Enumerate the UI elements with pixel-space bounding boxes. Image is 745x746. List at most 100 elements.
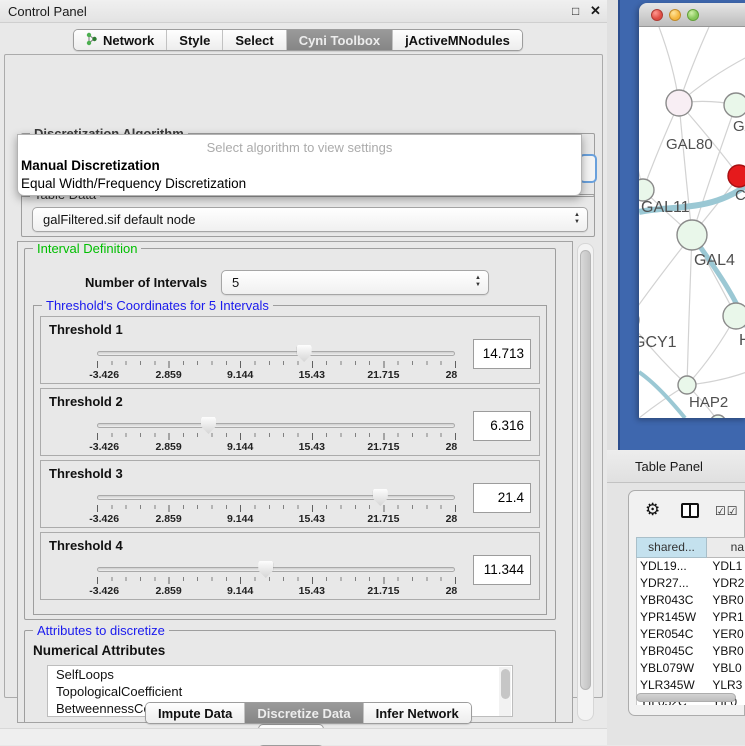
table-data-group: Table Data galFiltered.sif default node … <box>21 194 595 237</box>
popup-option-equal-width[interactable]: Equal Width/Frequency Discretization <box>21 176 246 191</box>
node-partial[interactable] <box>710 415 726 418</box>
float-window-icon[interactable]: □ <box>572 4 579 18</box>
tab-style[interactable]: Style <box>167 30 223 50</box>
table-row[interactable]: YPR145WYPR1 <box>637 609 745 626</box>
table-row[interactable]: YER054CYER0 <box>637 626 745 643</box>
table-header-row: shared... na <box>636 537 745 558</box>
thresholds-group: Threshold's Coordinates for 5 Intervals … <box>33 305 547 615</box>
tab-cyni-toolbox[interactable]: Cyni Toolbox <box>287 30 393 50</box>
node-hap2[interactable] <box>678 376 696 394</box>
table-row[interactable]: YLR345WYLR3 <box>637 677 745 694</box>
table-row[interactable]: YDR27...YDR2 <box>637 575 745 592</box>
table-horizontal-scrollbar[interactable] <box>636 693 740 703</box>
minimize-traffic-light-icon[interactable] <box>669 9 681 21</box>
slider-thumb[interactable] <box>297 345 312 362</box>
node-h[interactable] <box>723 303 745 329</box>
node-table: shared... na YDL19...YDL1 YDR27...YDR2 Y… <box>636 537 745 705</box>
table-panel-region: Table Panel ⚙ ☑☑ shared... na YDL19...YD… <box>607 450 745 745</box>
list-scrollbar[interactable] <box>499 667 511 717</box>
table-row[interactable]: YDL19...YDL1 <box>637 558 745 575</box>
status-strip <box>0 728 607 745</box>
threshold-3-value-field[interactable]: 21.4 <box>473 483 531 513</box>
column-header-shared[interactable]: shared... <box>636 537 707 558</box>
toolbox-tab-bar: Network Style Select Cyni Toolbox jActiv… <box>73 29 523 51</box>
node-label: GAL4 <box>694 252 735 269</box>
slider-thumb[interactable] <box>258 561 273 578</box>
threshold-1-slider[interactable]: -3.4262.8599.14415.4321.71528 <box>97 343 455 383</box>
node-gal11[interactable] <box>639 179 654 201</box>
tab-discretize-data-label: Discretize Data <box>257 706 350 721</box>
node-ga[interactable] <box>724 93 745 117</box>
slider-track[interactable] <box>97 423 455 428</box>
close-traffic-light-icon[interactable] <box>651 9 663 21</box>
slider-track[interactable] <box>97 567 455 572</box>
control-panel: Control Panel □ ✕ Network Style Select C… <box>0 0 607 745</box>
node-gal4[interactable] <box>677 220 707 250</box>
tab-infer-network[interactable]: Infer Network <box>364 703 471 723</box>
interval-definition-title: Interval Definition <box>33 241 141 256</box>
checkbox-filter-icon[interactable]: ☑☑ <box>715 504 739 518</box>
scrollbar-thumb[interactable] <box>636 693 736 702</box>
node-label: GA <box>733 118 745 135</box>
tab-impute-data-label: Impute Data <box>158 706 232 721</box>
slider-thumb[interactable] <box>373 489 388 506</box>
table-panel-titlebar: Table Panel <box>607 450 745 483</box>
threshold-4-panel: Threshold 4 -3.4262.8599.14415.4321.7152… <box>40 532 540 600</box>
slider-major-ticks <box>97 577 456 584</box>
gear-icon[interactable]: ⚙ <box>645 500 660 520</box>
zoom-traffic-light-icon[interactable] <box>687 9 699 21</box>
node-highlighted[interactable] <box>728 165 745 187</box>
columns-icon[interactable] <box>681 503 699 518</box>
tab-impute-data[interactable]: Impute Data <box>146 703 245 723</box>
panel-divider[interactable] <box>607 0 618 450</box>
node-labels: GAL80 GA C GAL11 GAL4 GCY1 H HAP2 <box>639 118 745 411</box>
threshold-2-label: Threshold 2 <box>49 394 123 409</box>
table-row[interactable]: YBL079WYBL0 <box>637 660 745 677</box>
threshold-1-value-field[interactable]: 14.713 <box>473 339 531 369</box>
threshold-3-label: Threshold 3 <box>49 466 123 481</box>
panel-title: Control Panel <box>8 4 87 19</box>
interval-definition-group: Interval Definition Number of Intervals … <box>24 248 556 620</box>
number-of-intervals-value: 5 <box>232 275 239 290</box>
tab-discretize-data[interactable]: Discretize Data <box>245 703 363 723</box>
threshold-2-value-field[interactable]: 6.316 <box>473 411 531 441</box>
table-panel-title: Table Panel <box>635 459 703 474</box>
tab-cyni-toolbox-label: Cyni Toolbox <box>299 33 380 48</box>
settings-scrollbar[interactable] <box>577 243 594 721</box>
threshold-4-slider[interactable]: -3.4262.8599.14415.4321.71528 <box>97 559 455 599</box>
column-header-name[interactable]: na <box>707 537 745 558</box>
cyni-toolbox-panel: Discretization Algorithm Select algorith… <box>4 54 603 698</box>
network-view-window[interactable]: GAL80 GA C GAL11 GAL4 GCY1 H HAP2 <box>639 3 745 418</box>
network-window-titlebar[interactable] <box>639 3 745 27</box>
network-icon <box>86 32 97 49</box>
slider-major-ticks <box>97 505 456 512</box>
threshold-1-label: Threshold 1 <box>49 322 123 337</box>
slider-track[interactable] <box>97 351 455 356</box>
popup-option-manual[interactable]: Manual Discretization <box>21 158 160 173</box>
scrollbar-thumb[interactable] <box>580 250 591 690</box>
attributes-group-title: Attributes to discretize <box>33 623 169 638</box>
tab-network[interactable]: Network <box>74 30 167 50</box>
network-desktop: GAL80 GA C GAL11 GAL4 GCY1 H HAP2 <box>618 0 745 450</box>
node-gal80[interactable] <box>666 90 692 116</box>
table-row[interactable]: YBR043CYBR0 <box>637 592 745 609</box>
tab-jactivemnodules[interactable]: jActiveMNodules <box>393 30 522 50</box>
slider-thumb[interactable] <box>201 417 216 434</box>
network-canvas[interactable]: GAL80 GA C GAL11 GAL4 GCY1 H HAP2 <box>639 27 745 418</box>
threshold-3-slider[interactable]: -3.4262.8599.14415.4321.71528 <box>97 487 455 527</box>
number-of-intervals-combo[interactable]: 5 ▲▼ <box>221 270 489 295</box>
table-data-combo[interactable]: galFiltered.sif default node ▲▼ <box>32 207 588 232</box>
list-item[interactable]: SelfLoops <box>48 666 512 683</box>
table-row[interactable]: YBR045CYBR0 <box>637 643 745 660</box>
threshold-4-value-field[interactable]: 11.344 <box>473 555 531 585</box>
threshold-2-slider[interactable]: -3.4262.8599.14415.4321.71528 <box>97 415 455 455</box>
table-data-combo-value: galFiltered.sif default node <box>43 212 195 227</box>
tab-select[interactable]: Select <box>223 30 286 50</box>
list-item[interactable]: TopologicalCoefficient <box>48 683 512 700</box>
close-icon[interactable]: ✕ <box>590 3 601 19</box>
table-panel-body: ⚙ ☑☑ shared... na YDL19...YDL1 YDR27...Y… <box>628 490 745 716</box>
slider-track[interactable] <box>97 495 455 500</box>
node-label: GAL11 <box>641 199 690 216</box>
threshold-2-panel: Threshold 2 -3.4262.8599.14415.4321.7152… <box>40 388 540 456</box>
popup-hint-text: Select algorithm to view settings <box>18 140 581 155</box>
